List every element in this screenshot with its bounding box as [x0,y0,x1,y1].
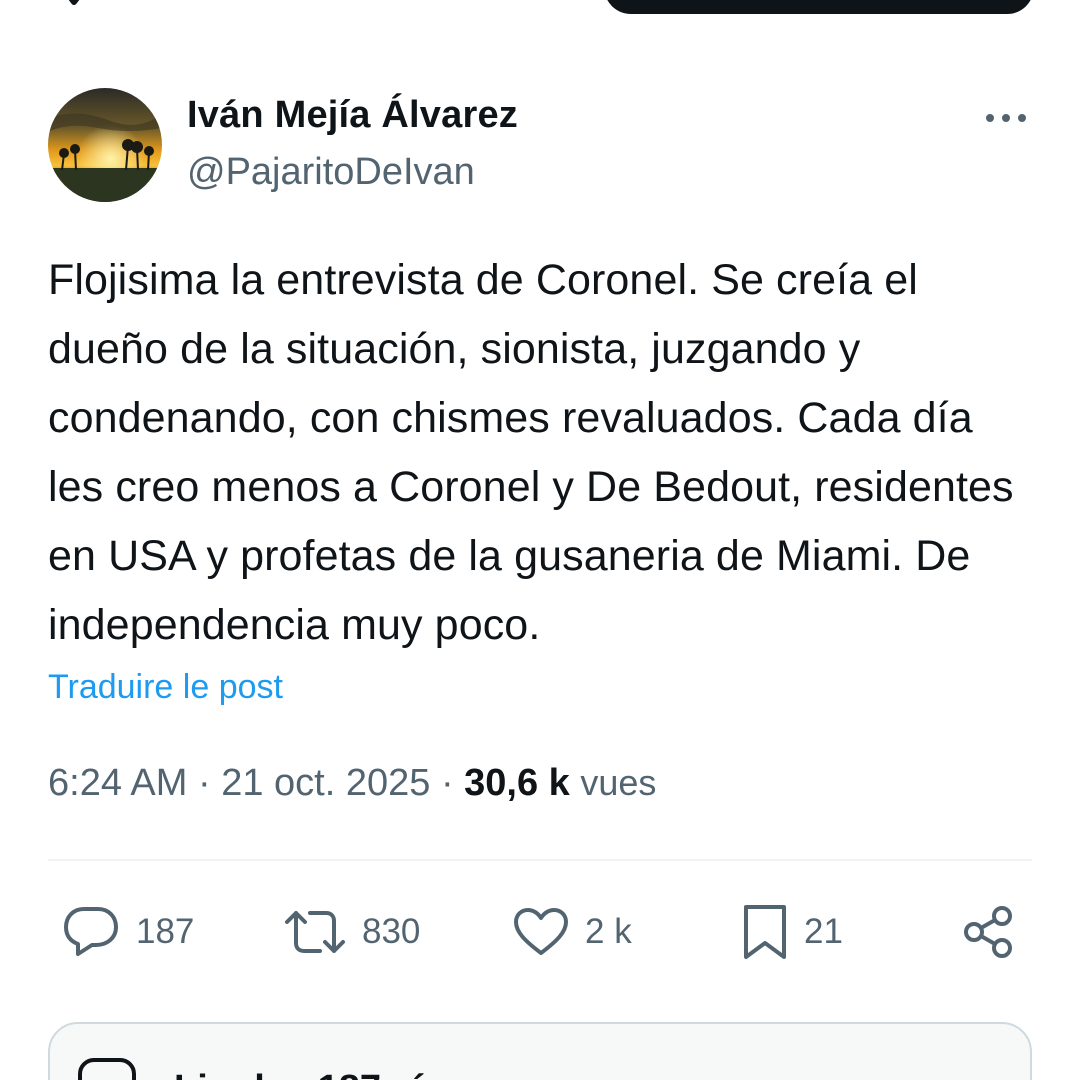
reply-bubble-icon [78,1058,136,1080]
heart-icon [514,908,568,955]
share-icon [964,906,1012,958]
meta-separator: · [197,762,211,804]
translate-link[interactable]: Traduire le post [48,668,283,707]
bookmark-icon [744,905,786,959]
read-replies-label: Lire les 187 réponses [174,1068,561,1080]
top-action-button[interactable] [604,0,1034,14]
views-label: vues [580,762,657,803]
bookmark-count: 21 [804,912,843,951]
reply-icon [64,907,118,956]
author-handle[interactable]: @PajaritoDeIvan [187,151,475,194]
tweet-meta: 6:24 AM · 21 oct. 2025 · 30,6 k vues [48,762,656,805]
reply-count: 187 [136,912,195,951]
repost-count: 830 [362,912,421,951]
read-replies-button[interactable]: Lire les 187 réponses [48,1022,1032,1080]
repost-button[interactable]: 830 [284,900,420,964]
divider [48,859,1032,861]
meta-separator: · [440,762,454,804]
avatar[interactable] [48,88,162,202]
like-count: 2 k [585,912,632,951]
bookmark-button[interactable]: 21 [742,900,843,964]
share-button[interactable] [962,900,1014,964]
like-button[interactable]: 2 k [513,900,632,964]
author-name[interactable]: Iván Mejía Álvarez [187,94,518,137]
tweet-text: Flojisima la entrevista de Coronel. Se c… [48,256,1014,649]
views-count[interactable]: 30,6 k [464,762,570,804]
repost-icon [285,911,345,953]
x-logo-icon[interactable] [52,0,112,12]
tweet-page: Iván Mejía Álvarez @PajaritoDeIvan Floji… [0,0,1080,1080]
reply-button[interactable]: 187 [62,900,194,964]
more-dots-icon[interactable] [982,104,1030,132]
tweet-time[interactable]: 6:24 AM [48,762,187,804]
tweet-date[interactable]: 21 oct. 2025 [221,762,430,804]
